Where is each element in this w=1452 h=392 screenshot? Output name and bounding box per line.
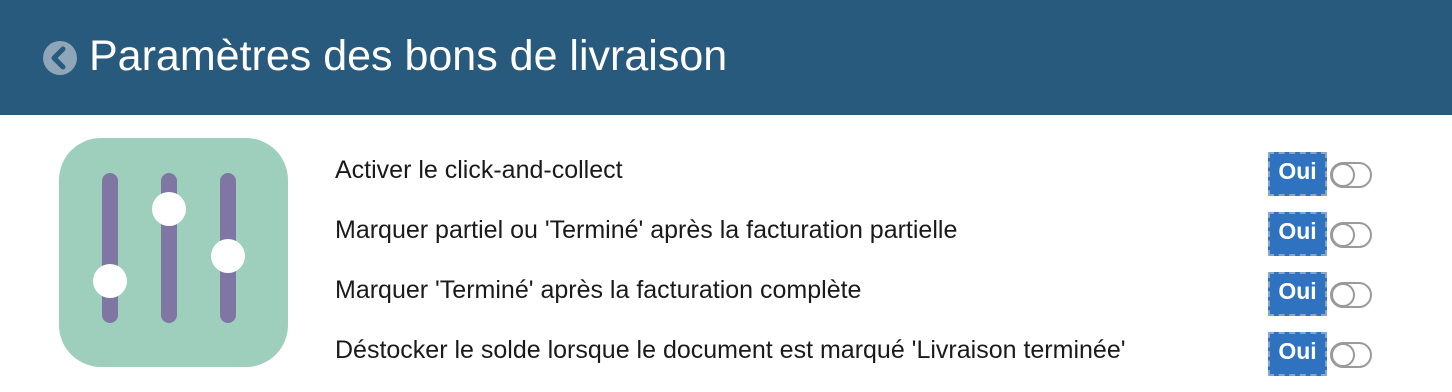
toggle-destock-balance[interactable]	[1330, 342, 1372, 368]
status-badge: Oui	[1268, 212, 1327, 256]
status-badge: Oui	[1268, 332, 1327, 376]
setting-label-complete-billing: Marquer 'Terminé' après la facturation c…	[335, 276, 862, 304]
back-chevron-icon[interactable]	[43, 41, 77, 75]
toggle-partial-billing[interactable]	[1330, 222, 1372, 248]
toggle-click-and-collect[interactable]	[1330, 162, 1372, 188]
setting-label-partial-billing: Marquer partiel ou 'Terminé' après la fa…	[335, 216, 958, 244]
status-badge: Oui	[1268, 272, 1327, 316]
status-badge: Oui	[1268, 152, 1327, 196]
setting-label-click-and-collect: Activer le click-and-collect	[335, 156, 623, 184]
setting-label-destock-balance: Déstocker le solde lorsque le document e…	[335, 336, 1126, 364]
page-title: Paramètres des bons de livraison	[89, 32, 728, 80]
page-header: Paramètres des bons de livraison	[0, 0, 1452, 115]
sliders-icon	[59, 138, 288, 367]
toggle-complete-billing[interactable]	[1330, 282, 1372, 308]
